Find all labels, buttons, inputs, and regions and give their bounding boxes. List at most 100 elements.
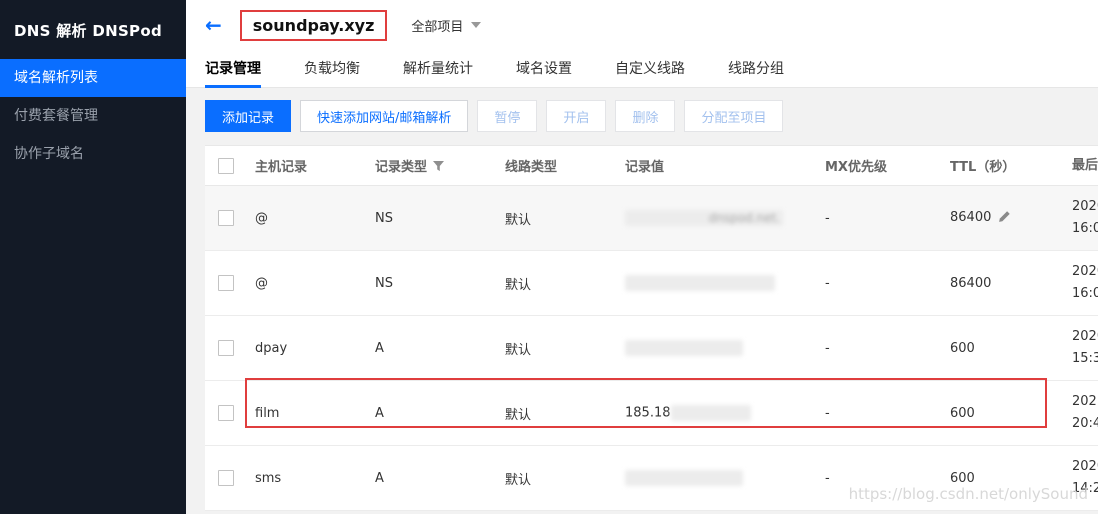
project-filter-dropdown[interactable]: 全部项目 <box>411 16 481 35</box>
record-value: dnspod.net. <box>625 210 825 226</box>
last-operated-time: 202016:0 <box>1072 261 1098 305</box>
record-type: A <box>375 341 505 356</box>
line-type: 默认 <box>505 404 625 423</box>
column-last-operated: 最后 <box>1072 155 1098 177</box>
sidebar-item-collab-subdomains[interactable]: 协作子域名 <box>0 135 186 173</box>
table-row: smsA默认-600202014:2 <box>205 446 1098 511</box>
row-checkbox[interactable] <box>218 210 234 226</box>
tab-load-balancing[interactable]: 负载均衡 <box>304 50 360 87</box>
quick-add-button[interactable]: 快速添加网站/邮箱解析 <box>300 100 468 132</box>
record-value <box>625 470 825 486</box>
redacted-value <box>671 405 751 421</box>
redacted-value <box>625 275 775 291</box>
host-record: @ <box>255 211 375 226</box>
date-line: 16:0 <box>1072 218 1098 240</box>
enable-button[interactable]: 开启 <box>546 100 606 132</box>
column-ttl: TTL（秒） <box>950 156 1072 175</box>
table-row: @NS默认dnspod.net. -86400202016:0 <box>205 186 1098 251</box>
record-type: NS <box>375 211 505 226</box>
row-checkbox-cell <box>205 405 255 421</box>
project-filter-label: 全部项目 <box>411 16 463 35</box>
delete-button[interactable]: 删除 <box>615 100 675 132</box>
record-type: NS <box>375 276 505 291</box>
line-type: 默认 <box>505 274 625 293</box>
line-type: 默认 <box>505 209 625 228</box>
line-type: 默认 <box>505 469 625 488</box>
redacted-value <box>625 470 743 486</box>
host-record: dpay <box>255 341 375 356</box>
redacted-value: dnspod.net. <box>625 210 783 226</box>
tab-domain-settings[interactable]: 域名设置 <box>516 50 572 87</box>
row-checkbox[interactable] <box>218 405 234 421</box>
filter-icon[interactable] <box>433 161 444 176</box>
select-all-checkbox[interactable] <box>218 158 234 174</box>
ttl-value: 86400 <box>950 276 1072 291</box>
table-row: filmA默认185.18 -600 202120:4 <box>205 381 1098 446</box>
sidebar-item-paid-plans[interactable]: 付费套餐管理 <box>0 97 186 135</box>
last-operated-time: 202120:4 <box>1072 391 1098 435</box>
row-checkbox-cell <box>205 210 255 226</box>
record-type: A <box>375 406 505 421</box>
sidebar: DNS 解析 DNSPod 域名解析列表 付费套餐管理 协作子域名 <box>0 0 186 514</box>
tab-record-management[interactable]: 记录管理 <box>205 50 261 87</box>
sidebar-item-domain-list[interactable]: 域名解析列表 <box>0 59 186 97</box>
date-line: 20:4 <box>1072 413 1098 435</box>
last-operated-time: 202014:2 <box>1072 456 1098 500</box>
assign-project-button[interactable]: 分配至项目 <box>684 100 783 132</box>
line-type: 默认 <box>505 339 625 358</box>
last-operated-time: 202015:3 <box>1072 326 1098 370</box>
toolbar: 添加记录 快速添加网站/邮箱解析 暂停 开启 删除 分配至项目 <box>205 100 1098 132</box>
date-line: 14:2 <box>1072 478 1098 500</box>
ttl-number: 600 <box>950 341 975 356</box>
pause-button[interactable]: 暂停 <box>477 100 537 132</box>
record-value <box>625 340 825 356</box>
tab-custom-lines[interactable]: 自定义线路 <box>615 50 685 87</box>
sidebar-nav: 域名解析列表 付费套餐管理 协作子域名 <box>0 59 186 173</box>
date-line: 2020 <box>1072 326 1098 348</box>
ttl-value: 600 <box>950 406 1072 421</box>
main-area: ← soundpay.xyz 全部项目 记录管理 负载均衡 解析量统计 域名设置… <box>186 0 1098 514</box>
tab-line-groups[interactable]: 线路分组 <box>728 50 784 87</box>
mx-priority: - <box>825 471 950 486</box>
back-icon[interactable]: ← <box>205 15 222 35</box>
row-checkbox[interactable] <box>218 470 234 486</box>
column-record-type-label: 记录类型 <box>375 160 427 175</box>
ttl-value: 86400 <box>950 210 1072 227</box>
table-header: 主机记录 记录类型 线路类型 记录值 MX优先级 TTL（秒） 最后 <box>205 146 1098 186</box>
ttl-value: 600 <box>950 471 1072 486</box>
domain-name: soundpay.xyz <box>240 10 388 41</box>
record-value-visible: 185.18 <box>625 406 671 421</box>
ttl-value: 600 <box>950 341 1072 356</box>
redacted-value <box>625 340 743 356</box>
date-line: 2021 <box>1072 391 1098 413</box>
column-host: 主机记录 <box>255 156 375 175</box>
ttl-number: 600 <box>950 471 975 486</box>
row-checkbox-cell <box>205 275 255 291</box>
edit-ttl-icon[interactable] <box>998 212 1011 227</box>
column-record-value: 记录值 <box>625 156 825 175</box>
chevron-down-icon <box>471 22 481 28</box>
ttl-number: 86400 <box>950 276 991 291</box>
page-header: ← soundpay.xyz 全部项目 <box>186 0 1098 50</box>
column-record-type: 记录类型 <box>375 156 505 176</box>
date-line: 15:3 <box>1072 348 1098 370</box>
row-checkbox-cell <box>205 340 255 356</box>
row-checkbox[interactable] <box>218 275 234 291</box>
host-record: film <box>255 406 375 421</box>
app-title: DNS 解析 DNSPod <box>0 0 186 59</box>
ttl-number: 600 <box>950 406 975 421</box>
host-record: @ <box>255 276 375 291</box>
mx-priority: - <box>825 211 950 226</box>
column-line-type: 线路类型 <box>505 156 625 175</box>
add-record-button[interactable]: 添加记录 <box>205 100 291 132</box>
content-area: 添加记录 快速添加网站/邮箱解析 暂停 开启 删除 分配至项目 主机记录 记录类… <box>186 88 1098 514</box>
tab-resolution-stats[interactable]: 解析量统计 <box>403 50 473 87</box>
records-table: 主机记录 记录类型 线路类型 记录值 MX优先级 TTL（秒） 最后 @NS默认… <box>205 145 1098 511</box>
mx-priority: - <box>825 406 950 421</box>
host-record: sms <box>255 471 375 486</box>
record-value: 185.18 <box>625 405 825 421</box>
row-checkbox[interactable] <box>218 340 234 356</box>
table-body: @NS默认dnspod.net.-86400202016:0@NS默认-8640… <box>205 186 1098 511</box>
date-line: 2020 <box>1072 196 1098 218</box>
date-line: 2020 <box>1072 456 1098 478</box>
